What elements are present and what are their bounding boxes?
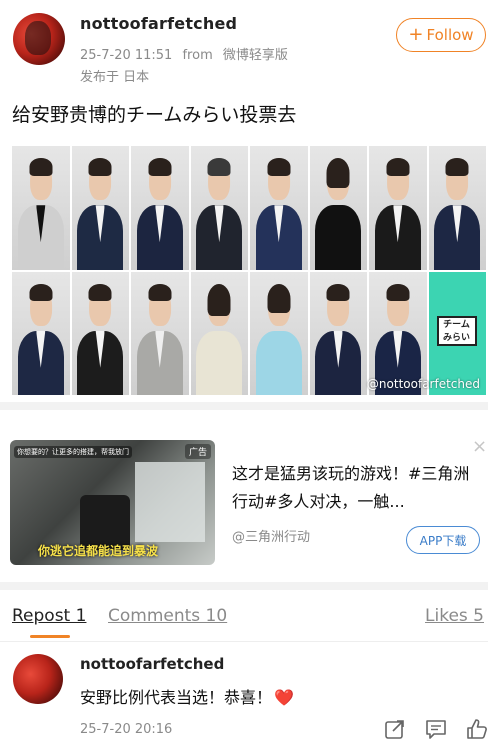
comment-text: 安野比例代表当选！恭喜！ ❤️: [80, 684, 294, 708]
share-icon[interactable]: [384, 718, 406, 740]
image-watermark: @nottoofarfetched: [366, 377, 480, 391]
candidate-photo: [309, 146, 367, 270]
tab-active-indicator: [30, 635, 70, 638]
list-item: nottoofarfetched 安野比例代表当选！恭喜！ ❤️ 25-7-20 …: [0, 642, 488, 749]
post-meta: 25-7-20 11:51 from 微博轻享版: [80, 44, 294, 63]
candidate-photo: [428, 146, 486, 270]
candidate-photo: [250, 146, 308, 270]
candidate-photo: [131, 271, 189, 395]
tab-repost[interactable]: Repost 1: [12, 606, 86, 626]
tab-likes[interactable]: Likes 5: [425, 606, 484, 626]
ad-source[interactable]: @三角洲行动: [232, 526, 310, 545]
comment-username[interactable]: nottoofarfetched: [80, 655, 224, 673]
thumbs-up-icon[interactable]: [466, 718, 488, 740]
post-source-prefix: from: [182, 48, 213, 63]
candidate-photo: [190, 146, 248, 270]
ad-title[interactable]: 这才是猛男该玩的游戏！#三角洲行动#多人对决，一触...: [232, 460, 478, 516]
section-divider: [0, 582, 488, 590]
candidate-photo: [190, 271, 248, 395]
candidate-photo: [369, 146, 427, 270]
candidate-photo: [250, 271, 308, 395]
comment-body: 安野比例代表当选！恭喜！: [80, 688, 273, 707]
close-icon[interactable]: ×: [472, 438, 487, 456]
candidate-photo: [12, 146, 70, 270]
interaction-tabs: Repost 1 Comments 10 Likes 5: [0, 600, 488, 640]
post-timestamp: 25-7-20 11:51: [80, 48, 173, 63]
heart-icon: ❤️: [274, 688, 294, 707]
follow-label: Follow: [426, 26, 474, 44]
ad-thumb-topbar: 你想要的？让更多的搭建，帮我放门: [14, 446, 132, 458]
follow-button[interactable]: + Follow: [396, 18, 486, 52]
tab-comments[interactable]: Comments 10: [108, 606, 227, 626]
post-source[interactable]: 微博轻享版: [223, 48, 288, 63]
app-download-button[interactable]: APP下载: [406, 526, 480, 554]
comment-icon[interactable]: [425, 718, 447, 740]
avatar[interactable]: [13, 13, 65, 65]
post-image[interactable]: チーム みらい @nottoofarfetched: [12, 146, 486, 395]
candidate-photo: [131, 146, 189, 270]
candidate-photo: [71, 271, 129, 395]
post-username[interactable]: nottoofarfetched: [80, 14, 237, 33]
candidate-photo: [71, 146, 129, 270]
ad-tag: 广告: [184, 444, 211, 459]
logo-text: チーム みらい: [436, 315, 477, 346]
ad-caption: 你逃它追都能追到暴波: [38, 544, 159, 558]
plus-icon: +: [408, 24, 424, 45]
post-text: 给安野贵博的チームみらい投票去: [12, 104, 297, 126]
post-header: nottoofarfetched 25-7-20 11:51 from 微博轻享…: [0, 0, 488, 96]
comment-time: 25-7-20 20:16: [80, 722, 173, 737]
ad-thumbnail[interactable]: 你想要的？让更多的搭建，帮我放门 广告 你逃它追都能追到暴波: [10, 440, 215, 565]
candidate-photo: [309, 271, 367, 395]
section-divider: [0, 402, 488, 410]
avatar[interactable]: [13, 654, 63, 704]
post-location: 发布于 日本: [80, 70, 150, 85]
candidate-photo: [12, 271, 70, 395]
ad-card[interactable]: 你想要的？让更多的搭建，帮我放门 广告 你逃它追都能追到暴波 这才是猛男该玩的游…: [0, 410, 488, 576]
